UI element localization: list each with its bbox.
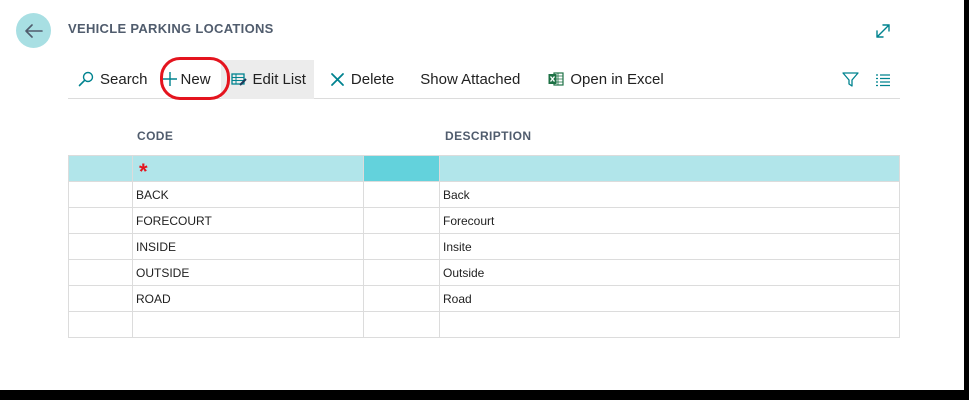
edit-list-button[interactable]: Edit List: [220, 59, 314, 99]
delete-label: Delete: [350, 70, 395, 88]
table-row[interactable]: BACK Back: [69, 182, 899, 208]
edit-list-icon: [230, 72, 247, 87]
search-icon: [78, 71, 94, 87]
row-selector[interactable]: [69, 286, 133, 311]
row-selector[interactable]: [69, 260, 133, 285]
column-header-description[interactable]: DESCRIPTION: [445, 129, 531, 143]
search-button[interactable]: Search: [68, 60, 156, 99]
row-action-cell[interactable]: [364, 182, 440, 207]
row-selector[interactable]: [69, 182, 133, 207]
new-entry-row[interactable]: *: [69, 156, 899, 182]
table-row[interactable]: ROAD Road: [69, 286, 899, 312]
show-attached-label: Show Attached: [420, 70, 521, 88]
new-row-marker: *: [139, 158, 148, 184]
list-view-icon[interactable]: [875, 73, 891, 87]
code-cell[interactable]: FORECOURT: [133, 208, 364, 233]
delete-x-icon: [330, 72, 345, 87]
description-cell[interactable]: [440, 312, 899, 337]
row-selector[interactable]: [69, 208, 133, 233]
column-header-code[interactable]: CODE: [137, 129, 173, 143]
description-cell[interactable]: Outside: [440, 260, 899, 285]
code-cell[interactable]: OUTSIDE: [133, 260, 364, 285]
row-action-cell[interactable]: [364, 312, 440, 337]
page-title: VEHICLE PARKING LOCATIONS: [68, 21, 274, 36]
expand-icon[interactable]: [874, 22, 892, 40]
description-cell[interactable]: Forecourt: [440, 208, 899, 233]
page-frame: VEHICLE PARKING LOCATIONS Search New Edi…: [0, 0, 964, 390]
grid-body: * BACK Back FORECOURT Forecourt INSIDE I…: [68, 155, 900, 338]
filter-icon[interactable]: [842, 71, 859, 88]
description-cell[interactable]: Back: [440, 182, 899, 207]
description-cell[interactable]: [440, 156, 899, 181]
table-row[interactable]: OUTSIDE Outside: [69, 260, 899, 286]
row-action-cell[interactable]: [364, 286, 440, 311]
row-selector[interactable]: [69, 234, 133, 259]
plus-icon: [162, 71, 178, 87]
code-cell[interactable]: [133, 312, 364, 337]
table-row[interactable]: [69, 312, 899, 338]
new-button[interactable]: New: [156, 60, 221, 99]
back-button[interactable]: [16, 13, 51, 48]
code-cell[interactable]: ROAD: [133, 286, 364, 311]
row-action-cell[interactable]: [364, 208, 440, 233]
code-cell[interactable]: BACK: [133, 182, 364, 207]
code-cell[interactable]: INSIDE: [133, 234, 364, 259]
delete-button[interactable]: Delete: [314, 60, 402, 99]
back-arrow-icon: [24, 23, 43, 38]
row-action-cell[interactable]: [364, 260, 440, 285]
excel-icon: [548, 71, 564, 87]
row-action-cell[interactable]: [364, 234, 440, 259]
open-in-excel-button[interactable]: Open in Excel: [528, 60, 671, 99]
action-bar: Search New Edit List Delete Show Attache…: [68, 59, 900, 99]
description-cell[interactable]: Insite: [440, 234, 899, 259]
row-selector[interactable]: [69, 312, 133, 337]
grid-header: CODE DESCRIPTION: [68, 118, 900, 155]
code-cell[interactable]: *: [133, 156, 364, 184]
table-row[interactable]: INSIDE Insite: [69, 234, 899, 260]
table-row[interactable]: FORECOURT Forecourt: [69, 208, 899, 234]
new-label: New: [180, 70, 211, 88]
row-selector[interactable]: [69, 156, 133, 181]
edit-list-label: Edit List: [252, 70, 306, 88]
search-label: Search: [100, 70, 148, 88]
row-action-cell[interactable]: [364, 156, 440, 181]
open-in-excel-label: Open in Excel: [570, 70, 664, 88]
description-cell[interactable]: Road: [440, 286, 899, 311]
parking-locations-grid: CODE DESCRIPTION * BACK Back FORECOURT F…: [68, 118, 900, 338]
show-attached-button[interactable]: Show Attached: [402, 60, 528, 99]
